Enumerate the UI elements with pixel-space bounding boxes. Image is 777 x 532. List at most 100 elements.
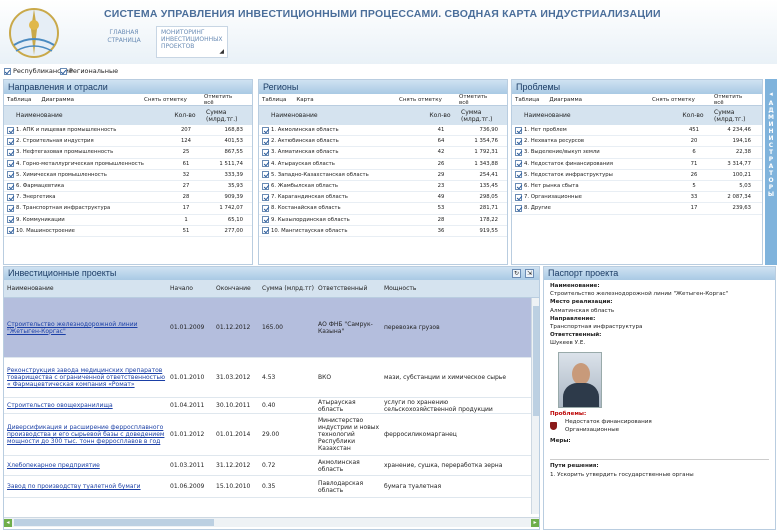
row-checkbox[interactable] xyxy=(262,227,269,235)
clear-selection-link[interactable]: Снять отметку xyxy=(652,97,695,103)
list-item[interactable]: 1. АПК и пищевая промышленность 207 168,83 xyxy=(4,125,252,137)
map-view-link[interactable]: Карта xyxy=(296,97,313,103)
nav-monitoring[interactable]: МОНИТОРИНГ ИНВЕСТИЦИОННЫХ ПРОЕКТОВ ◢ xyxy=(156,26,228,58)
list-item[interactable]: 4. Атырауская область 26 1 343,88 xyxy=(259,159,507,170)
project-link[interactable]: Строительство железнодорожной линии "Жет… xyxy=(7,321,138,335)
row-checkbox[interactable] xyxy=(515,126,522,134)
row-checkbox[interactable] xyxy=(515,182,522,190)
column-header[interactable]: Начало xyxy=(167,285,213,292)
nav-home[interactable]: ГЛАВНАЯ СТРАНИЦА xyxy=(104,29,144,45)
project-link[interactable]: Завод по производству туалетной бумаги xyxy=(7,483,141,490)
list-item[interactable]: 7. Энергетика 28 909,39 xyxy=(4,192,252,204)
refresh-icon[interactable]: ↻ xyxy=(512,269,521,278)
table-row[interactable]: Строительство железнодорожной линии "Жет… xyxy=(4,298,539,358)
table-row[interactable]: Строительство овощехранилища 01.04.2011 30… xyxy=(4,398,539,414)
row-checkbox[interactable] xyxy=(262,148,269,156)
scrollbar-thumb[interactable] xyxy=(533,306,539,416)
project-link[interactable]: Хлебопекарное предприятие xyxy=(7,462,100,469)
table-row[interactable]: Реконструкция завода медицинских препара… xyxy=(4,358,539,398)
list-item[interactable]: 1. Нет проблем 451 4 234,46 xyxy=(512,125,762,137)
row-checkbox[interactable] xyxy=(515,193,522,201)
table-row[interactable]: Диверсификация и расширение ферросплавно… xyxy=(4,414,539,456)
row-checkbox[interactable] xyxy=(262,137,269,145)
scroll-right-icon[interactable]: ▸ xyxy=(531,519,539,527)
project-link[interactable]: Строительство овощехранилища xyxy=(7,402,113,409)
row-checkbox[interactable] xyxy=(515,137,522,145)
table-view-link[interactable]: Таблица xyxy=(262,97,286,103)
list-item[interactable]: 7. Организационные 33 2 087,34 xyxy=(512,192,762,204)
list-item[interactable]: 6. Жамбылская область 23 135,45 xyxy=(259,181,507,193)
list-item[interactable]: 2. Строительная индустрия 124 401,53 xyxy=(4,136,252,148)
list-item[interactable]: 4. Недостаток финансирования 71 3 314,77 xyxy=(512,159,762,170)
list-item[interactable]: 3. Выделение/выкуп земли 6 22,38 xyxy=(512,147,762,159)
row-checkbox[interactable] xyxy=(7,182,14,190)
select-all-link[interactable]: Отметить всё xyxy=(714,94,752,106)
column-header[interactable]: Сумма (млрд.тг) xyxy=(259,285,315,292)
row-checkbox[interactable] xyxy=(7,204,14,212)
list-item[interactable]: 10. Машиностроение 51 277,00 xyxy=(4,226,252,237)
republican-checkbox[interactable] xyxy=(4,67,11,75)
row-checkbox[interactable] xyxy=(7,171,14,179)
project-link[interactable]: Реконструкция завода медицинских препара… xyxy=(7,367,165,388)
list-item[interactable]: 9. Кызылординская область 28 178,22 xyxy=(259,215,507,226)
diagram-view-link[interactable]: Диаграмма xyxy=(549,97,582,103)
export-icon[interactable]: ⇲ xyxy=(525,269,534,278)
column-header[interactable]: Окончание xyxy=(213,285,259,292)
column-header[interactable]: Наименование xyxy=(4,285,167,292)
list-item[interactable]: 10. Мангистауская область 36 919,55 xyxy=(259,226,507,237)
row-checkbox[interactable] xyxy=(515,171,522,179)
select-all-link[interactable]: Отметить всё xyxy=(459,94,497,106)
row-checkbox[interactable] xyxy=(7,137,14,145)
column-header[interactable]: Мощность xyxy=(381,285,515,292)
row-checkbox[interactable] xyxy=(515,148,522,156)
list-item[interactable]: 2. Нехватка ресурсов 20 194,16 xyxy=(512,136,762,148)
table-row[interactable]: Хлебопекарное предприятие 01.03.2011 31.12… xyxy=(4,456,539,476)
table-row[interactable]: Завод по производству туалетной бумаги 01… xyxy=(4,476,539,498)
row-checkbox[interactable] xyxy=(262,204,269,212)
list-item[interactable]: 6. Фармацевтика 27 35,93 xyxy=(4,181,252,193)
list-item[interactable]: 8. Костанайская область 53 281,71 xyxy=(259,203,507,215)
clear-selection-link[interactable]: Снять отметку xyxy=(144,97,187,103)
column-header[interactable]: Ответственный xyxy=(315,285,381,292)
row-checkbox[interactable] xyxy=(7,148,14,156)
list-item[interactable]: 8. Другие 17 239,63 xyxy=(512,203,762,215)
list-item[interactable]: 3. Нефтегазовая промышленность 25 867,55 xyxy=(4,147,252,159)
row-checkbox[interactable] xyxy=(7,216,14,224)
list-item[interactable]: 6. Нет рынка сбыта 5 5,03 xyxy=(512,181,762,193)
row-checkbox[interactable] xyxy=(7,126,14,134)
administrators-side-tab[interactable]: ◂ АДМИНИСТРАТОРЫ xyxy=(765,79,777,265)
filter-regional[interactable]: Региональные xyxy=(60,67,118,75)
list-item[interactable]: 3. Алматинская область 42 1 792,31 xyxy=(259,147,507,159)
list-item[interactable]: 5. Химическая промышленность 32 333,39 xyxy=(4,170,252,181)
project-link[interactable]: Диверсификация и расширение ферросплавно… xyxy=(7,424,164,445)
row-checkbox[interactable] xyxy=(262,160,269,168)
list-item[interactable]: 1. Акмолинская область 41 736,90 xyxy=(259,125,507,137)
list-item[interactable]: 8. Транспортная инфраструктура 17 1 742,07 xyxy=(4,203,252,215)
list-item[interactable]: 9. Коммуникации 1 65,10 xyxy=(4,215,252,226)
select-all-link[interactable]: Отметить всё xyxy=(204,94,242,106)
clear-selection-link[interactable]: Снять отметку xyxy=(399,97,442,103)
list-item[interactable]: 7. Карагандинская область 49 298,05 xyxy=(259,192,507,204)
row-checkbox[interactable] xyxy=(7,227,14,235)
h-scrollbar-thumb[interactable] xyxy=(14,519,214,526)
projects-vertical-scrollbar[interactable] xyxy=(531,298,539,514)
row-checkbox[interactable] xyxy=(515,204,522,212)
list-item[interactable]: 5. Западно-Казахстанская область 29 254,41 xyxy=(259,170,507,181)
row-checkbox[interactable] xyxy=(262,216,269,224)
row-checkbox[interactable] xyxy=(262,193,269,201)
table-view-link[interactable]: Таблица xyxy=(515,97,539,103)
row-checkbox[interactable] xyxy=(515,160,522,168)
list-item[interactable]: 5. Недостаток инфраструктуры 26 100,21 xyxy=(512,170,762,181)
row-checkbox[interactable] xyxy=(7,193,14,201)
scroll-left-icon[interactable]: ◂ xyxy=(4,519,12,527)
row-checkbox[interactable] xyxy=(7,160,14,168)
diagram-view-link[interactable]: Диаграмма xyxy=(41,97,74,103)
row-checkbox[interactable] xyxy=(262,126,269,134)
table-view-link[interactable]: Таблица xyxy=(7,97,31,103)
row-checkbox[interactable] xyxy=(262,182,269,190)
projects-horizontal-scrollbar[interactable]: ◂ ▸ xyxy=(4,517,539,527)
list-item[interactable]: 2. Актюбинская область 64 1 354,76 xyxy=(259,136,507,148)
row-checkbox[interactable] xyxy=(262,171,269,179)
list-item[interactable]: 4. Горно-металлургическая промышленность… xyxy=(4,159,252,170)
regional-checkbox[interactable] xyxy=(60,67,67,75)
